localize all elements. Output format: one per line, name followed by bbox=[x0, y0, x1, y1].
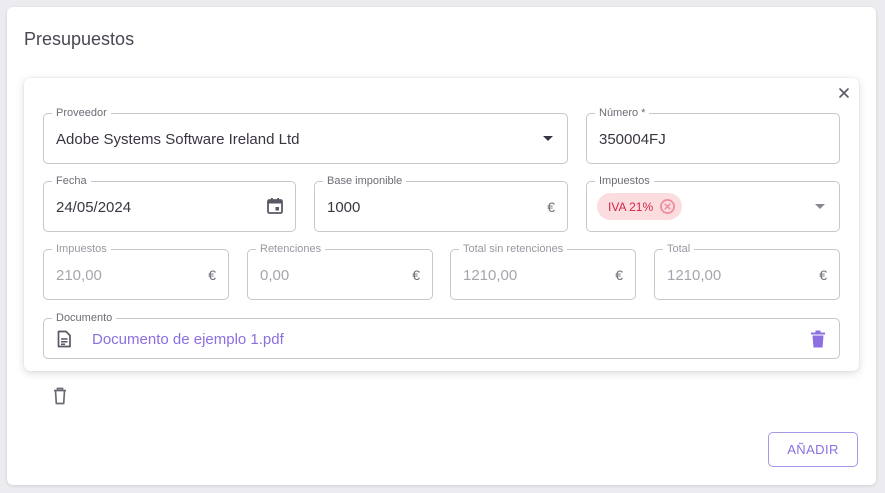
total-field: Total 1210,00 € bbox=[654, 242, 840, 300]
trash-outline-icon[interactable] bbox=[51, 386, 69, 406]
page-title: Presupuestos bbox=[24, 29, 135, 49]
total-sin-retenciones-value: 1210,00 bbox=[463, 267, 518, 284]
document-icon bbox=[54, 329, 74, 349]
euro-suffix: € bbox=[547, 199, 555, 215]
impuestos-total-value: 210,00 bbox=[56, 267, 102, 284]
euro-suffix: € bbox=[208, 267, 216, 283]
total-label: Total bbox=[663, 242, 695, 256]
proveedor-select[interactable]: Proveedor Adobe Systems Software Ireland… bbox=[43, 106, 568, 164]
chevron-down-icon bbox=[543, 136, 553, 141]
tax-chip: IVA 21% bbox=[597, 193, 683, 220]
document-link[interactable]: Documento de ejemplo 1.pdf bbox=[92, 331, 284, 348]
impuestos-select[interactable]: Impuestos IVA 21% bbox=[586, 174, 840, 232]
total-sin-retenciones-field: Total sin retenciones 1210,00 € bbox=[450, 242, 636, 300]
numero-label: Número * bbox=[595, 106, 650, 120]
base-imponible-field[interactable]: Base imponible 1000 € bbox=[314, 174, 568, 232]
chevron-down-icon bbox=[815, 204, 825, 209]
calendar-icon[interactable] bbox=[265, 196, 285, 216]
close-icon[interactable] bbox=[837, 86, 851, 100]
total-sin-retenciones-label: Total sin retenciones bbox=[459, 242, 568, 256]
euro-suffix: € bbox=[412, 267, 420, 283]
retenciones-value: 0,00 bbox=[260, 267, 290, 284]
tax-chip-label: IVA 21% bbox=[608, 199, 654, 214]
impuestos-total-field: Impuestos 210,00 € bbox=[43, 242, 229, 300]
fecha-label: Fecha bbox=[52, 174, 91, 188]
documento-field: Documento Documento de ejemplo 1.pdf bbox=[43, 311, 840, 359]
fecha-field[interactable]: Fecha 24/05/2024 bbox=[43, 174, 296, 232]
proveedor-label: Proveedor bbox=[52, 106, 111, 120]
proveedor-value: Adobe Systems Software Ireland Ltd bbox=[56, 131, 300, 148]
fecha-value: 24/05/2024 bbox=[56, 199, 132, 216]
trash-icon[interactable] bbox=[809, 329, 827, 349]
numero-field[interactable]: Número * 350004FJ bbox=[586, 106, 840, 164]
documento-label: Documento bbox=[52, 311, 117, 325]
impuestos-total-label: Impuestos bbox=[52, 242, 111, 256]
euro-suffix: € bbox=[819, 267, 827, 283]
add-button[interactable]: AÑADIR bbox=[768, 432, 858, 467]
budget-item-card: Proveedor Adobe Systems Software Ireland… bbox=[24, 78, 859, 371]
retenciones-field: Retenciones 0,00 € bbox=[247, 242, 433, 300]
chip-remove-icon[interactable] bbox=[659, 198, 676, 215]
retenciones-label: Retenciones bbox=[256, 242, 326, 256]
total-value: 1210,00 bbox=[667, 267, 722, 284]
base-imponible-label: Base imponible bbox=[323, 174, 407, 188]
impuestos-select-label: Impuestos bbox=[595, 174, 654, 188]
numero-value: 350004FJ bbox=[599, 131, 666, 148]
euro-suffix: € bbox=[615, 267, 623, 283]
base-imponible-value: 1000 bbox=[327, 199, 361, 216]
budget-card: Presupuestos Proveedor Adobe Systems Sof… bbox=[7, 7, 876, 485]
